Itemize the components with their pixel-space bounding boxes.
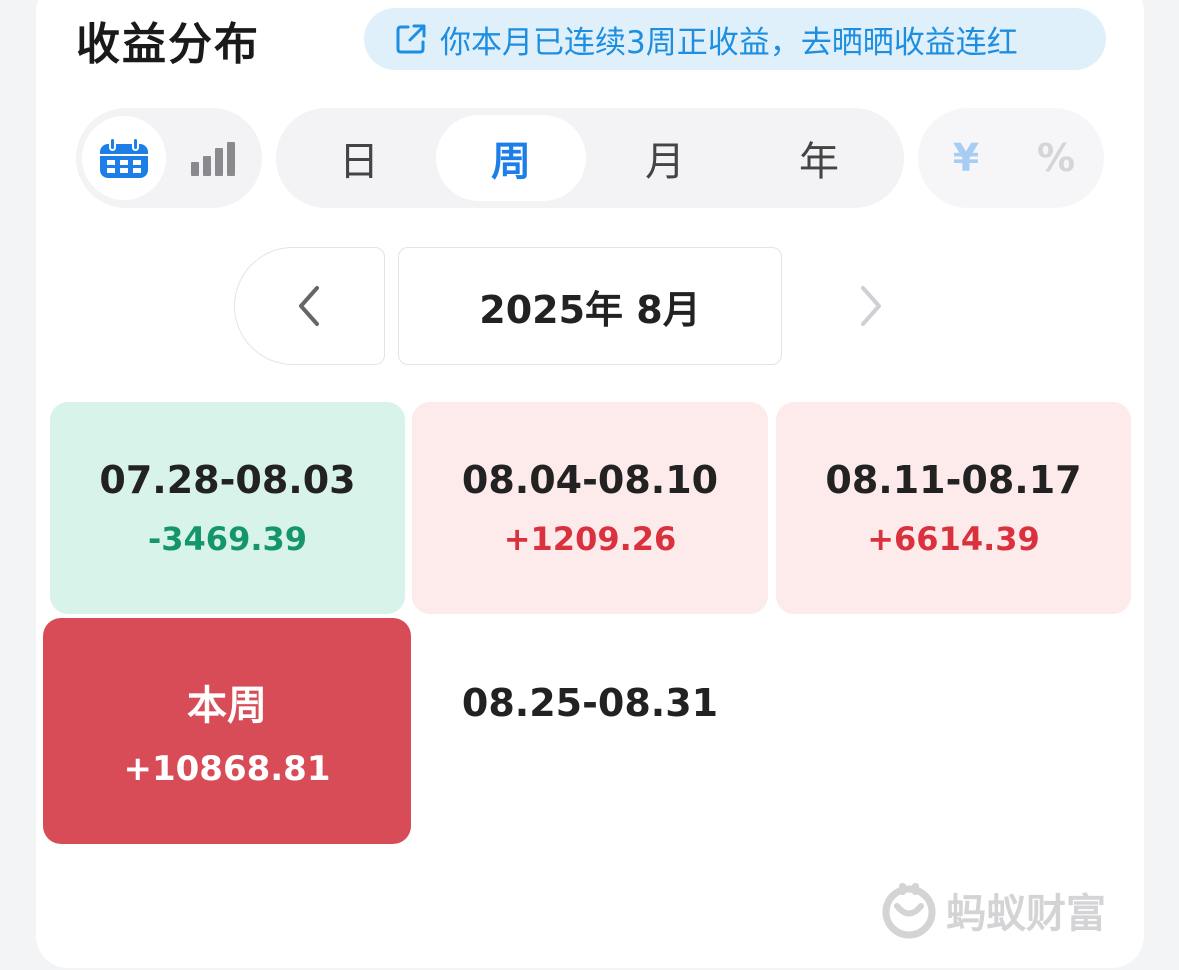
week-profit: +6614.39: [867, 520, 1040, 558]
current-week-cell[interactable]: 本周 +10868.81: [43, 618, 411, 844]
brand-name: 蚂蚁财富: [946, 891, 1106, 937]
brand-watermark: 蚂蚁财富: [880, 878, 1106, 942]
week-range: 08.04-08.10: [461, 458, 719, 502]
week-range: 08.11-08.17: [825, 458, 1082, 502]
bar-chart-icon: [191, 142, 235, 176]
share-banner[interactable]: 你本月已连续3周正收益，去晒晒收益连红: [364, 8, 1106, 70]
week-range: 08.25-08.31: [461, 681, 719, 725]
tab-week[interactable]: 周: [436, 115, 586, 201]
share-icon: [396, 24, 426, 54]
tab-day[interactable]: 日: [284, 115, 434, 201]
view-toggle: [76, 108, 262, 208]
period-tabs: 日 周 月 年: [276, 108, 904, 208]
week-range: 本周: [187, 683, 267, 729]
prev-month-button[interactable]: [234, 247, 385, 365]
week-cell[interactable]: 08.11-08.17 +6614.39: [776, 402, 1131, 614]
ant-fortune-logo-icon: [882, 883, 936, 939]
calendar-icon: [100, 137, 148, 178]
week-profit: +10868.81: [123, 749, 331, 789]
chevron-left-icon: [298, 286, 319, 326]
future-week-cell: 08.25-08.31: [412, 618, 768, 788]
percent-unit-button[interactable]: %: [1014, 116, 1098, 200]
tab-year[interactable]: 年: [744, 115, 894, 201]
week-range: 07.28-08.03: [99, 458, 356, 502]
unit-toggle: ¥ %: [918, 108, 1104, 208]
yen-unit-button[interactable]: ¥: [924, 116, 1008, 200]
week-profit: +1209.26: [503, 520, 677, 558]
week-cell[interactable]: 08.04-08.10 +1209.26: [412, 402, 768, 614]
week-cell[interactable]: 07.28-08.03 -3469.39: [50, 402, 405, 614]
bar-chart-view-button[interactable]: [172, 116, 256, 200]
page-title: 收益分布: [76, 19, 260, 70]
chevron-right-icon: [861, 286, 881, 326]
next-month-button[interactable]: [800, 247, 940, 365]
tab-month[interactable]: 月: [590, 115, 740, 201]
week-profit: -3469.39: [147, 520, 308, 558]
calendar-view-button[interactable]: [82, 116, 166, 200]
current-month-label[interactable]: 2025年 8月: [398, 247, 782, 365]
banner-text: 你本月已连续3周正收益，去晒晒收益连红: [440, 24, 1018, 61]
